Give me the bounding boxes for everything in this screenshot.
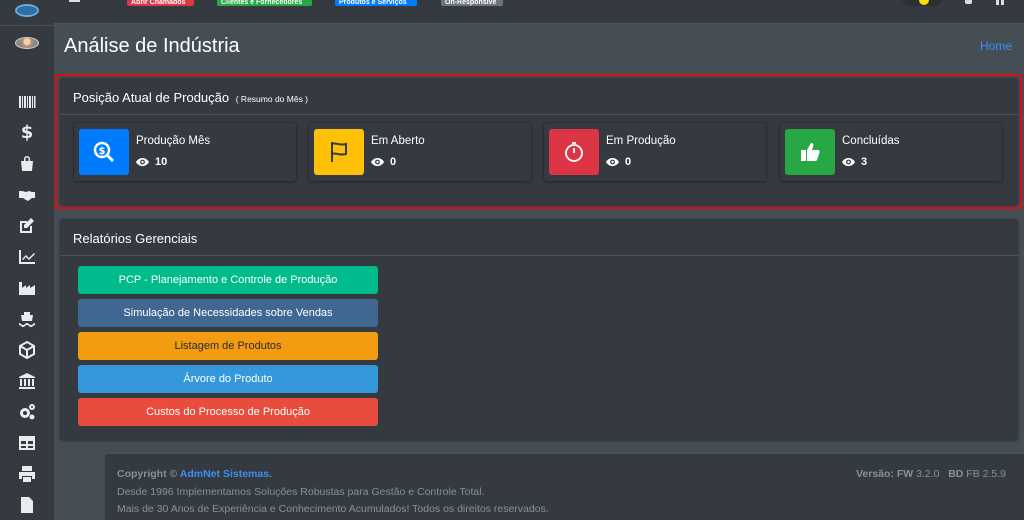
count-value: 0 [625,156,632,168]
info-box-concluidas[interactable]: Concluídas 3 [780,123,1002,181]
info-icon-yellow [314,129,364,175]
eye-icon [371,157,384,167]
info-box-count: 3 [842,156,867,168]
info-box-row: $ Produção Mês 10 Em Aberto 0 Em Produçã… [74,123,1004,181]
brand-link[interactable]: AdmNet Sistemas [180,468,269,480]
thumbs-up-icon [801,143,820,161]
custos-processo-button[interactable]: Custos do Processo de Produção [78,398,378,426]
top-navbar: Abrir Chamados Clientes e Fornecedores P… [54,0,1024,24]
version-label: Versão: FW [855,468,914,480]
nav-link-responsive[interactable]: On-Responsive [441,0,503,6]
sidebar-item-impressao[interactable] [0,458,54,489]
sidebar-item-industria[interactable] [0,272,54,303]
footer-copyright: Copyright © AdmNet Sistemas. [117,468,272,480]
sidebar-item-graficos[interactable] [0,241,54,272]
production-card: Posição Atual de Produção ( Resumo do Mê… [60,78,1018,205]
bd-label: BD [948,468,964,480]
footer-version: Versão: FW 3.2.0 BD FB 2.5.9 [856,468,1006,480]
sidebar-item-configuracoes[interactable] [0,396,54,427]
production-title: Posição Atual de Produção [73,90,230,105]
info-box-label: Em Aberto [371,135,425,147]
flag-icon [331,142,347,162]
reports-title: Relatórios Gerenciais [73,231,198,246]
eye-icon [136,157,149,167]
info-box-label: Em Produção [606,135,676,147]
sidebar-item-produtos[interactable] [0,334,54,365]
print-icon [19,465,35,482]
file-icon [21,496,33,513]
menu-toggle-icon[interactable] [69,0,80,4]
sidebar-item-bancos[interactable] [0,365,54,396]
info-box-count: 0 [606,156,631,168]
info-icon-red [549,129,599,175]
count-value: 0 [390,156,397,168]
dollar-icon: $ [20,122,34,143]
stopwatch-icon [565,142,583,162]
notification-icon[interactable] [965,0,972,4]
footer-rights: Mais de 30 Anos de Experiência e Conheci… [117,503,549,515]
sidebar-item-parceiros[interactable] [0,179,54,210]
fullscreen-icon[interactable] [996,0,1004,5]
listagem-produtos-button[interactable]: Listagem de Produtos [78,332,378,360]
sidebar-nav: $ [0,86,54,520]
user-avatar[interactable] [15,37,39,49]
info-icon-blue: $ [79,129,129,175]
sidebar-item-vendas[interactable] [0,148,54,179]
info-box-count: 10 [136,156,167,168]
eye-icon [606,157,619,167]
brand-suffix: . [269,468,272,480]
main-sidebar: $ [0,0,54,520]
shopping-bag-icon [21,155,33,171]
pcp-button[interactable]: PCP - Planejamento e Controle de Produçã… [78,266,378,294]
nav-link-produtos[interactable]: Produtos e Serviços [335,0,417,6]
nav-link-clientes[interactable]: Clientes e Fornecedores [217,0,312,6]
sidebar-item-barcode[interactable] [0,86,54,117]
copyright-prefix: Copyright © [117,468,178,480]
footer-tagline: Desde 1996 Implementamos Soluções Robust… [117,486,485,498]
search-dollar-icon: $ [93,141,115,163]
brand-logo[interactable] [15,4,39,17]
handshake-icon [19,190,35,201]
eye-icon [842,157,855,167]
sidebar-item-tabelas[interactable] [0,427,54,458]
sidebar-item-editar[interactable] [0,210,54,241]
info-box-producao-mes[interactable]: $ Produção Mês 10 [74,123,296,181]
bank-icon [19,372,35,389]
count-value: 3 [861,156,868,168]
count-value: 10 [155,156,168,168]
page-title: Análise de Indústria [64,35,240,57]
industry-icon [19,281,35,295]
fw-version: 3.2.0 [916,468,940,480]
info-box-em-aberto[interactable]: Em Aberto 0 [309,123,531,181]
cogs-icon [20,403,35,419]
production-card-header: Posição Atual de Produção ( Resumo do Mê… [60,78,1018,115]
edit-icon [20,217,34,233]
info-box-label: Concluídas [842,135,900,147]
sidebar-item-financeiro[interactable]: $ [0,117,54,148]
breadcrumb-home[interactable]: Home [980,39,1012,53]
cube-icon [19,340,35,359]
table-icon [19,435,35,450]
barcode-icon [19,95,36,108]
nav-link-chamados[interactable]: Abrir Chamados [127,0,194,6]
svg-text:$: $ [99,146,106,157]
bd-version: FB 2.5.9 [966,468,1006,480]
arvore-produto-button[interactable]: Árvore do Produto [78,365,378,393]
sidebar-item-importacao[interactable] [0,303,54,334]
simulacao-button[interactable]: Simulação de Necessidades sobre Vendas [78,299,378,327]
info-box-count: 0 [371,156,396,168]
info-box-em-producao[interactable]: Em Produção 0 [544,123,766,181]
line-chart-icon [19,249,35,264]
reports-card-header: Relatórios Gerenciais [60,219,1018,256]
sidebar-item-documentos[interactable] [0,489,54,520]
info-icon-green [785,129,835,175]
info-box-label: Produção Mês [136,135,211,147]
ship-icon [19,311,35,327]
production-subtitle: ( Resumo do Mês ) [235,94,309,104]
main-footer: Copyright © AdmNet Sistemas. Desde 1996 … [105,453,1024,520]
reports-card: Relatórios Gerenciais PCP - Planejamento… [60,219,1018,440]
